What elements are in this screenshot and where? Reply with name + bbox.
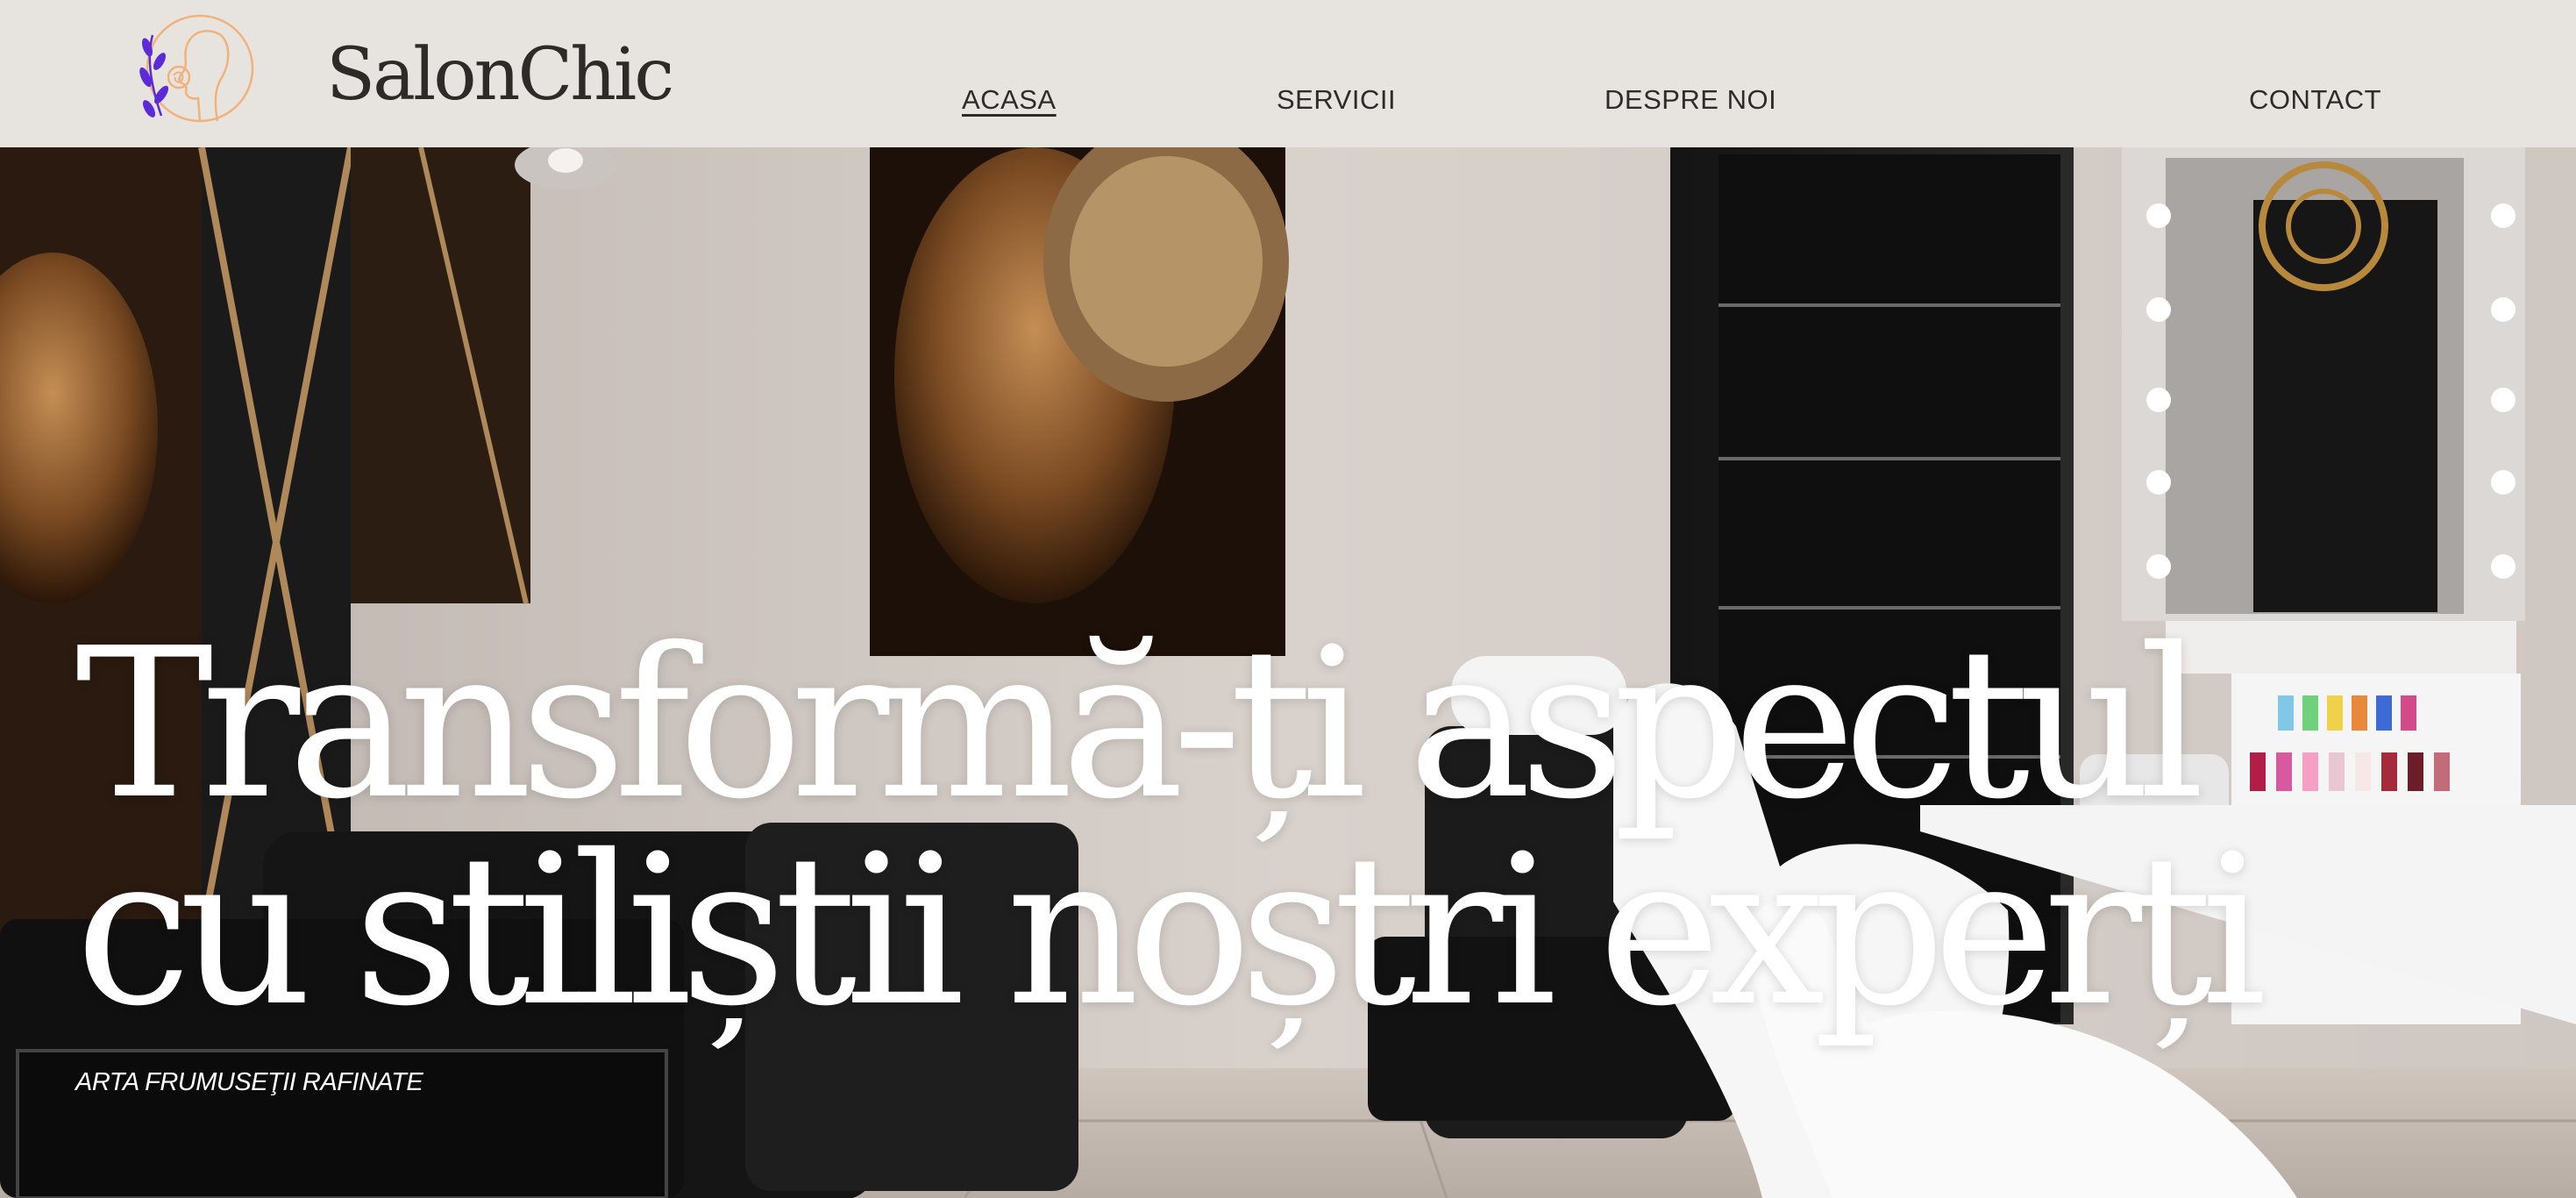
woman-profile-rose-logo-icon bbox=[139, 14, 254, 123]
hero-headline: Transformă-ți aspectul cu stiliștii noșt… bbox=[75, 603, 2266, 1052]
hero-headline-line-1: Transformă-ți aspectul bbox=[75, 603, 2205, 845]
hero-tagline: ARTA FRUMUSEŢII RAFINATE bbox=[75, 1068, 423, 1096]
nav-item-contact[interactable]: CONTACT bbox=[2249, 84, 2381, 116]
brand-name[interactable]: SalonChic bbox=[326, 33, 674, 117]
nav-item-despre-noi[interactable]: DESPRE NOI bbox=[1605, 84, 1776, 116]
nav-item-servicii[interactable]: SERVICII bbox=[1277, 84, 1396, 116]
hero-headline-line-2: cu stiliștii noștri experți bbox=[75, 810, 2266, 1052]
site-header: SalonChic ACASA SERVICII DESPRE NOI CONT… bbox=[0, 0, 2576, 147]
hero-section: Transformă-ți aspectul cu stiliștii noșt… bbox=[0, 147, 2576, 1198]
nav-item-acasa[interactable]: ACASA bbox=[962, 84, 1057, 116]
